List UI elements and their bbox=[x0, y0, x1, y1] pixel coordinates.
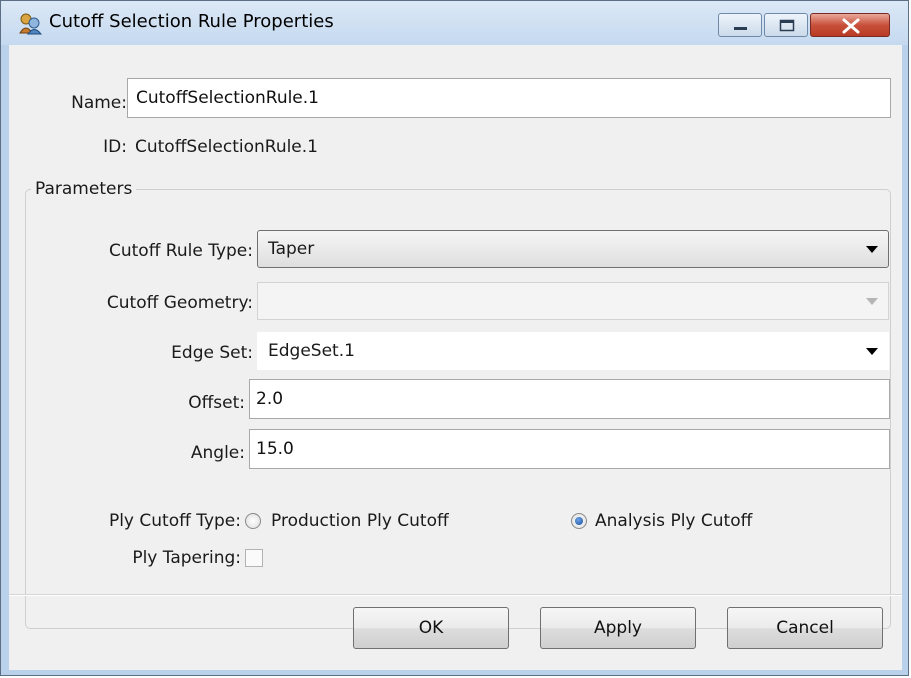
cutoff-rule-app-icon bbox=[19, 13, 43, 35]
name-label: Name: bbox=[71, 93, 127, 113]
angle-label: Angle: bbox=[190, 443, 245, 463]
window-title: Cutoff Selection Rule Properties bbox=[49, 11, 334, 32]
ok-button[interactable]: OK bbox=[353, 607, 509, 649]
chevron-down-icon bbox=[866, 348, 878, 355]
apply-button[interactable]: Apply bbox=[540, 607, 696, 649]
cutoff-rule-type-label: Cutoff Rule Type: bbox=[108, 241, 253, 261]
ply-cutoff-type-label: Ply Cutoff Type: bbox=[108, 511, 241, 531]
radio-analysis-indicator[interactable] bbox=[571, 513, 587, 529]
ply-tapering-label: Ply Tapering: bbox=[132, 548, 241, 568]
apply-button-label: Apply bbox=[594, 618, 642, 638]
close-button[interactable] bbox=[810, 13, 890, 37]
maximize-icon bbox=[779, 19, 795, 32]
offset-label: Offset: bbox=[188, 393, 245, 413]
cutoff-rule-type-value: Taper bbox=[268, 239, 315, 259]
minimize-button[interactable] bbox=[718, 13, 762, 37]
parameters-group-title: Parameters bbox=[31, 179, 137, 199]
footer-divider-highlight bbox=[9, 595, 902, 596]
ok-button-label: OK bbox=[418, 618, 444, 638]
title-bar[interactable]: Cutoff Selection Rule Properties bbox=[1, 1, 908, 45]
radio-production-label: Production Ply Cutoff bbox=[271, 511, 449, 531]
close-icon bbox=[842, 18, 860, 34]
cancel-button[interactable]: Cancel bbox=[727, 607, 883, 649]
chevron-down-icon bbox=[866, 298, 878, 305]
chevron-down-icon bbox=[866, 246, 878, 253]
minimize-icon bbox=[734, 27, 747, 30]
angle-input[interactable]: 15.0 bbox=[249, 429, 890, 469]
edge-set-value: EdgeSet.1 bbox=[268, 341, 355, 361]
id-value: CutoffSelectionRule.1 bbox=[135, 137, 318, 157]
cutoff-geometry-select bbox=[257, 282, 889, 320]
maximize-button[interactable] bbox=[764, 13, 808, 37]
radio-production-indicator[interactable] bbox=[245, 513, 261, 529]
cancel-button-label: Cancel bbox=[776, 618, 834, 638]
cutoff-geometry-label: Cutoff Geometry: bbox=[106, 293, 253, 313]
edge-set-label: Edge Set: bbox=[171, 343, 253, 363]
edge-set-select[interactable]: EdgeSet.1 bbox=[257, 332, 889, 370]
offset-input[interactable]: 2.0 bbox=[249, 379, 890, 419]
dialog-content: Name: CutoffSelectionRule.1 ID: CutoffSe… bbox=[9, 45, 902, 670]
dialog-window: Cutoff Selection Rule Properties Name: C… bbox=[0, 0, 909, 676]
name-input[interactable]: CutoffSelectionRule.1 bbox=[127, 78, 891, 118]
ply-tapering-checkbox[interactable] bbox=[245, 549, 263, 567]
radio-analysis-label: Analysis Ply Cutoff bbox=[595, 511, 753, 531]
cutoff-rule-type-select[interactable]: Taper bbox=[257, 230, 889, 268]
id-label: ID: bbox=[103, 137, 127, 157]
